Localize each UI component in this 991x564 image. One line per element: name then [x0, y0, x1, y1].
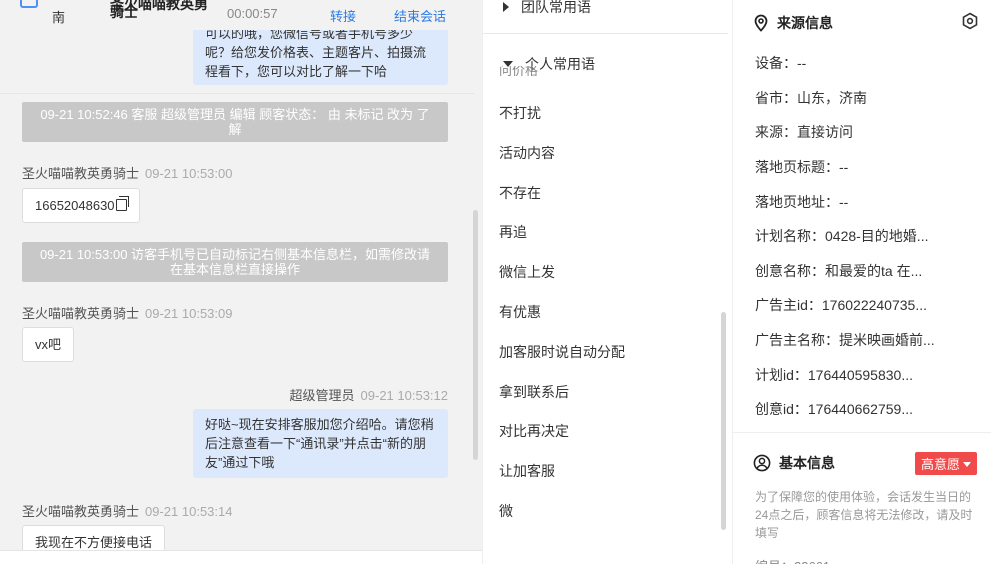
caret-right-icon — [503, 2, 509, 12]
message-time: 09-21 10:53:00 — [145, 166, 233, 181]
info-row-plan-id: 计划id：176440595830... — [755, 367, 913, 383]
visitor-message-bubble: vx吧 — [22, 327, 75, 362]
phrase-item[interactable]: 对比再决定 — [499, 421, 569, 441]
info-row-region: 省市：山东，济南 — [755, 90, 867, 106]
info-row-advertiser-name: 广告主名称：提米映画婚前... — [755, 332, 935, 348]
divider — [0, 93, 474, 94]
system-notice: 09-21 10:52:46 客服 超级管理员 编辑 顾客状态： 由 未标记 改… — [22, 102, 448, 142]
message-time: 09-21 10:53:14 — [145, 504, 233, 519]
chat-scrollbar[interactable] — [473, 210, 478, 460]
sender-name: 超级管理员 — [289, 388, 355, 403]
phrase-item[interactable]: 微信上发 — [499, 262, 555, 282]
info-row-source: 来源：直接访问 — [755, 124, 853, 140]
session-duration: 00:00:57 — [227, 6, 278, 21]
info-row-id: 编号：23661 — [755, 556, 830, 564]
phrase-item[interactable]: 拿到联系后 — [499, 382, 569, 402]
phrase-item[interactable]: 不打扰 — [499, 103, 541, 123]
system-notice: 09-21 10:53:00 访客手机号已自动标记右侧基本信息栏，如需修改请在基… — [22, 242, 448, 282]
end-session-button[interactable]: 结束会话 — [394, 6, 446, 25]
user-circle-icon — [753, 454, 771, 475]
message-time: 09-21 10:53:12 — [360, 388, 448, 403]
info-row-creative-id: 创意id：176440662759... — [755, 401, 913, 417]
basic-info-title: 基本信息 — [753, 453, 835, 475]
phrase-item[interactable]: 微 — [499, 501, 513, 521]
intent-level-label: 高意愿 — [921, 457, 961, 472]
agent-message-bubble: 好哒~现在安排客服加您介绍哈。请您稍后注意查看一下“通讯录”并点击“新的朋友”通… — [193, 409, 448, 478]
phrase-item[interactable]: 不存在 — [499, 183, 541, 203]
computer-icon — [20, 0, 38, 8]
info-row-device: 设备：-- — [755, 55, 807, 71]
edit-deadline-note: 为了保障您的使用体验，会话发生当日的24点之后，顾客信息将无法修改，请及时填写 — [755, 490, 973, 540]
settings-icon[interactable] — [961, 12, 979, 35]
phrase-item[interactable]: 有优惠 — [499, 302, 541, 322]
chat-panel: 南 圣火喵喵教英勇 骑士 00:00:57 转接 结束会话 可以的哦，您微信号或… — [0, 0, 482, 564]
transfer-button[interactable]: 转接 — [330, 6, 356, 25]
source-info-title: 来源信息 — [753, 13, 833, 35]
location-pin-icon — [753, 14, 769, 35]
message-time: 09-21 10:53:09 — [145, 306, 233, 321]
visitor-info-panel: 来源信息 设备：-- 省市：山东，济南 来源：直接访问 落地页标题：-- 落地页… — [732, 0, 991, 564]
section-label: 基本信息 — [779, 455, 835, 471]
chat-header: 南 圣火喵喵教英勇 骑士 00:00:57 转接 结束会话 — [0, 0, 482, 30]
info-row-creative-name: 创意名称：和最爱的ta 在... — [755, 263, 923, 279]
intent-level-badge[interactable]: 高意愿 — [915, 452, 978, 475]
divider — [483, 33, 728, 34]
sender-name: 圣火喵喵教英勇骑士 — [22, 504, 140, 519]
info-row-landing-url: 落地页地址：-- — [755, 194, 849, 210]
group-label: 团队常用语 — [521, 0, 591, 15]
chevron-down-icon — [963, 462, 972, 467]
sender-name: 圣火喵喵教英勇骑士 — [22, 306, 140, 321]
phrase-group-team[interactable]: 团队常用语 — [503, 0, 591, 17]
message-meta: 圣火喵喵教英勇骑士 09-21 10:53:09 — [22, 303, 232, 322]
copy-icon[interactable] — [115, 196, 129, 211]
quick-phrases-panel: 团队常用语 个人常用语 问价格 不打扰 活动内容 不存在 再追 微信上发 有优惠… — [482, 0, 732, 564]
phone-number-text: 16652048630 — [35, 198, 115, 213]
phrase-item[interactable]: 让加客服 — [499, 461, 555, 481]
phrases-scrollbar[interactable] — [721, 312, 726, 530]
sender-name: 圣火喵喵教英勇骑士 — [22, 166, 140, 181]
visitor-message-bubble: 16652048630 — [22, 188, 140, 223]
phrase-item-partial[interactable]: 问价格 — [499, 66, 538, 76]
phrase-item[interactable]: 活动内容 — [499, 143, 555, 163]
info-row-plan-name: 计划名称：0428-目的地婚... — [755, 228, 929, 244]
phrase-item[interactable]: 再追 — [499, 222, 527, 242]
section-label: 来源信息 — [777, 15, 833, 31]
message-meta: 圣火喵喵教英勇骑士 09-21 10:53:14 — [22, 501, 232, 520]
chat-input-toolbar[interactable] — [0, 550, 482, 564]
divider — [733, 432, 991, 433]
visitor-region: 南 — [52, 10, 66, 25]
info-row-landing-title: 落地页标题：-- — [755, 159, 849, 175]
visitor-name-line2: 骑士 — [110, 4, 138, 20]
message-meta: 圣火喵喵教英勇骑士 09-21 10:53:00 — [22, 163, 232, 182]
message-meta: 超级管理员 09-21 10:53:12 — [290, 385, 448, 404]
phrase-item[interactable]: 加客服时说自动分配 — [499, 342, 625, 362]
info-row-advertiser-id: 广告主id：176022240735... — [755, 297, 927, 313]
